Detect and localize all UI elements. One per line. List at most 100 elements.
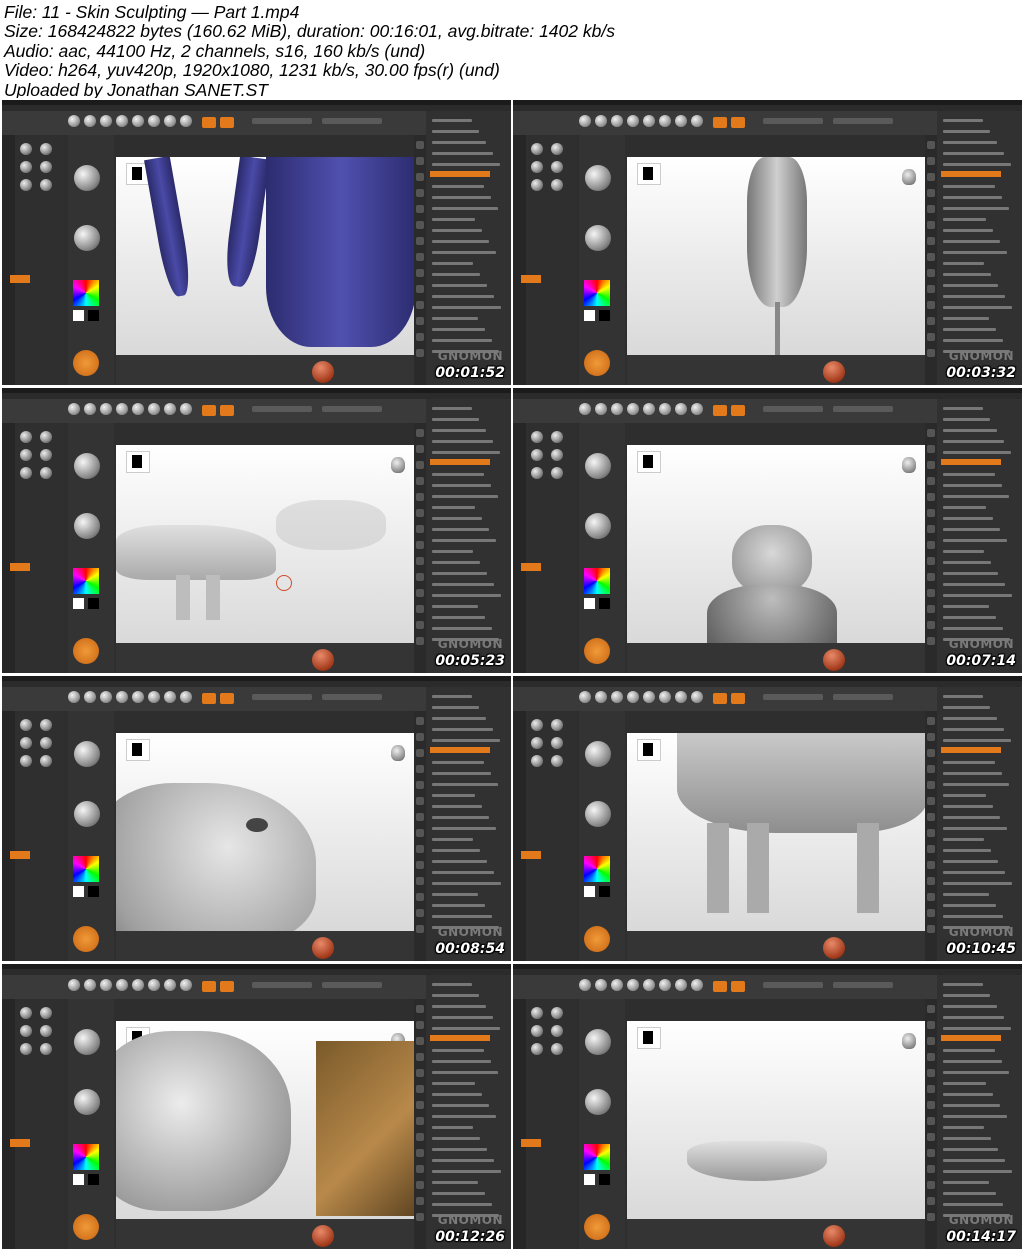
brush-icon[interactable]: [20, 431, 32, 443]
brush-icon[interactable]: [551, 449, 563, 461]
size-slider[interactable]: [833, 982, 893, 988]
draw-mode-icon[interactable]: [713, 405, 727, 416]
view-tool-icon[interactable]: [416, 1117, 424, 1125]
view-tool-icon[interactable]: [927, 893, 935, 901]
panel-item[interactable]: [943, 141, 997, 144]
view-tool-icon[interactable]: [927, 765, 935, 773]
material-icon[interactable]: [73, 1214, 99, 1240]
selected-subtool[interactable]: [430, 459, 490, 465]
draw-mode-icon[interactable]: [202, 981, 216, 992]
view-tool-icon[interactable]: [927, 925, 935, 933]
panel-item[interactable]: [432, 429, 486, 432]
view-tool-icon[interactable]: [927, 253, 935, 261]
panel-item[interactable]: [943, 983, 983, 986]
size-slider[interactable]: [322, 406, 382, 412]
panel-item[interactable]: [943, 539, 1007, 542]
panel-item[interactable]: [432, 185, 484, 188]
view-tool-icon[interactable]: [416, 877, 424, 885]
brush-preview-icon[interactable]: [585, 741, 611, 767]
panel-item[interactable]: [943, 284, 998, 287]
view-tool-icon[interactable]: [416, 1085, 424, 1093]
brush-icon[interactable]: [551, 1007, 563, 1019]
panel-item[interactable]: [432, 1071, 498, 1074]
color-picker[interactable]: [73, 568, 99, 594]
panel-item[interactable]: [943, 163, 1011, 166]
panel-item[interactable]: [943, 904, 996, 907]
panel-item[interactable]: [943, 849, 991, 852]
brush-icon[interactable]: [531, 467, 543, 479]
intensity-slider[interactable]: [763, 982, 823, 988]
panel-item[interactable]: [432, 783, 498, 786]
brush-icon[interactable]: [20, 161, 32, 173]
move-mode-icon[interactable]: [731, 693, 745, 704]
color-picker[interactable]: [73, 856, 99, 882]
view-tool-icon[interactable]: [416, 845, 424, 853]
panel-item[interactable]: [432, 616, 485, 619]
secondary-color-swatch[interactable]: [599, 886, 610, 897]
panel-item[interactable]: [432, 506, 475, 509]
view-tool-icon[interactable]: [416, 141, 424, 149]
brush-icon[interactable]: [551, 467, 563, 479]
panel-item[interactable]: [943, 1093, 993, 1096]
draw-mode-icon[interactable]: [713, 117, 727, 128]
secondary-color-swatch[interactable]: [599, 598, 610, 609]
panel-item[interactable]: [432, 882, 501, 885]
view-tool-icon[interactable]: [927, 1117, 935, 1125]
panel-item[interactable]: [432, 728, 493, 731]
stroke-preview-icon[interactable]: [585, 1089, 611, 1115]
canvas-viewport[interactable]: [116, 157, 414, 355]
draw-mode-icon[interactable]: [713, 693, 727, 704]
size-slider[interactable]: [322, 118, 382, 124]
view-tool-icon[interactable]: [927, 637, 935, 645]
panel-item[interactable]: [432, 539, 496, 542]
panel-item[interactable]: [943, 1082, 986, 1085]
view-tool-icon[interactable]: [927, 861, 935, 869]
view-tool-icon[interactable]: [927, 1085, 935, 1093]
secondary-color-swatch[interactable]: [88, 1174, 99, 1185]
panel-item[interactable]: [943, 915, 1003, 918]
view-tool-icon[interactable]: [927, 1021, 935, 1029]
panel-item[interactable]: [432, 860, 487, 863]
brush-preview-icon[interactable]: [74, 1029, 100, 1055]
brush-icon[interactable]: [531, 143, 543, 155]
material-icon[interactable]: [584, 638, 610, 664]
brush-icon[interactable]: [551, 431, 563, 443]
panel-item[interactable]: [432, 1049, 484, 1052]
view-tool-icon[interactable]: [927, 749, 935, 757]
color-picker[interactable]: [73, 1144, 99, 1170]
view-tool-icon[interactable]: [416, 1149, 424, 1157]
color-picker[interactable]: [584, 568, 610, 594]
selected-subtool[interactable]: [941, 747, 1001, 753]
secondary-color-swatch[interactable]: [599, 310, 610, 321]
view-tool-icon[interactable]: [927, 1197, 935, 1205]
view-tool-icon[interactable]: [416, 781, 424, 789]
material-icon[interactable]: [584, 1214, 610, 1240]
material-icon[interactable]: [584, 350, 610, 376]
brush-icon[interactable]: [20, 1043, 32, 1055]
brush-icon[interactable]: [531, 431, 543, 443]
view-tool-icon[interactable]: [927, 1053, 935, 1061]
move-mode-icon[interactable]: [220, 405, 234, 416]
panel-item[interactable]: [432, 284, 487, 287]
material-button[interactable]: [521, 851, 541, 859]
brush-preview-icon[interactable]: [585, 165, 611, 191]
panel-item[interactable]: [432, 262, 473, 265]
panel-item[interactable]: [432, 328, 485, 331]
video-thumbnail[interactable]: GNOMON 00:01:52: [2, 100, 511, 385]
intensity-slider[interactable]: [252, 118, 312, 124]
view-tool-icon[interactable]: [927, 285, 935, 293]
view-tool-icon[interactable]: [416, 205, 424, 213]
panel-item[interactable]: [943, 130, 990, 133]
material-button[interactable]: [521, 275, 541, 283]
brush-icon[interactable]: [551, 143, 563, 155]
selected-subtool[interactable]: [430, 171, 490, 177]
panel-item[interactable]: [432, 605, 478, 608]
brush-icon[interactable]: [20, 449, 32, 461]
brush-icon[interactable]: [20, 143, 32, 155]
panel-item[interactable]: [432, 561, 480, 564]
brush-icon[interactable]: [40, 1043, 52, 1055]
panel-item[interactable]: [943, 550, 984, 553]
panel-item[interactable]: [432, 119, 472, 122]
panel-item[interactable]: [432, 163, 500, 166]
panel-item[interactable]: [943, 328, 996, 331]
